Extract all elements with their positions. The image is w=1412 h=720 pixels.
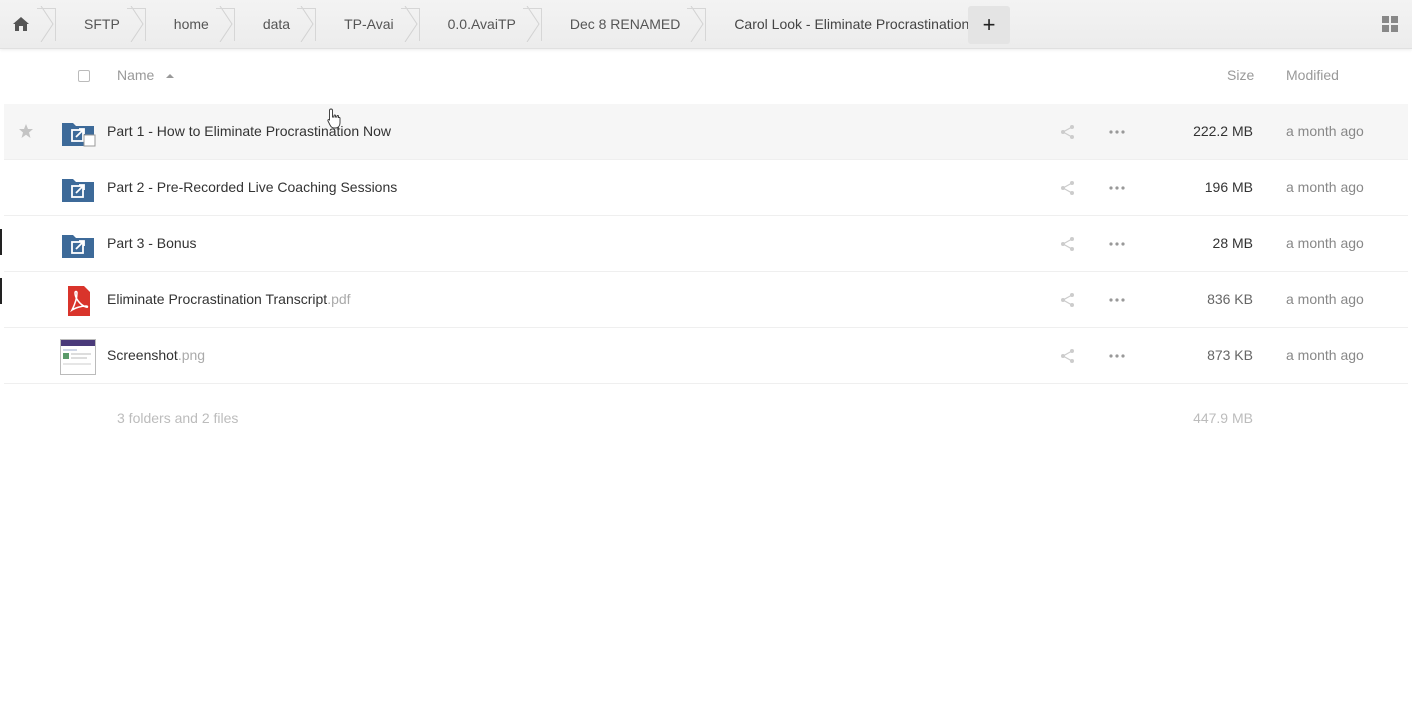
file-modified: a month ago	[1286, 235, 1364, 251]
shared-folder-icon	[62, 235, 94, 258]
edge-marker	[0, 229, 2, 255]
file-extension: .png	[177, 347, 206, 363]
file-size: 873 KB	[1207, 347, 1253, 363]
select-all-checkbox[interactable]	[78, 70, 90, 82]
file-name[interactable]: Part 3 - Bonus	[107, 235, 197, 251]
share-icon[interactable]	[1060, 236, 1076, 252]
share-icon[interactable]	[1060, 348, 1076, 364]
file-row[interactable]: Part 2 - Pre-Recorded Live Coaching Sess…	[4, 160, 1408, 216]
share-icon[interactable]	[1060, 292, 1076, 308]
share-icon[interactable]	[1060, 180, 1076, 196]
edge-marker	[0, 278, 2, 304]
more-options-icon[interactable]	[1108, 348, 1126, 364]
breadcrumb-bar: SFTP home data TP-Avai 0.0.AvaiTP Dec 8 …	[0, 0, 1412, 49]
file-modified: a month ago	[1286, 123, 1364, 139]
more-options-icon[interactable]	[1108, 292, 1126, 308]
file-name[interactable]: Part 2 - Pre-Recorded Live Coaching Sess…	[107, 179, 397, 195]
file-name-label: Part 3 - Bonus	[107, 235, 197, 251]
file-size: 196 MB	[1204, 179, 1253, 195]
more-options-icon[interactable]	[1108, 124, 1126, 140]
hand-cursor-icon	[327, 108, 341, 129]
breadcrumb-label: Carol Look - Eliminate Procrastination	[734, 16, 970, 32]
file-name[interactable]: Part 1 - How to Eliminate Procrastinatio…	[107, 123, 391, 139]
file-name[interactable]: Eliminate Procrastination Transcript.pdf	[107, 291, 351, 307]
breadcrumb-item-home[interactable]: home	[146, 0, 235, 48]
share-icon[interactable]	[1060, 124, 1076, 140]
more-options-icon[interactable]	[1108, 180, 1126, 196]
file-name-label: Part 1 - How to Eliminate Procrastinatio…	[107, 123, 391, 139]
image-thumbnail-icon	[60, 339, 96, 375]
sort-ascending-icon	[166, 74, 174, 78]
star-icon[interactable]	[18, 123, 34, 139]
breadcrumb-item-current[interactable]: Carol Look - Eliminate Procrastination	[706, 0, 995, 48]
summary-count: 3 folders and 2 files	[117, 410, 239, 426]
plus-icon: +	[982, 12, 996, 37]
summary-total-size: 447.9 MB	[1193, 410, 1253, 426]
file-row[interactable]: Part 3 - Bonus 28 MB a month ago	[4, 216, 1408, 272]
breadcrumb-item-dec8[interactable]: Dec 8 RENAMED	[542, 0, 706, 48]
breadcrumb-label: SFTP	[84, 16, 120, 32]
breadcrumb-item-sftp[interactable]: SFTP	[56, 0, 146, 48]
file-modified: a month ago	[1286, 291, 1364, 307]
breadcrumb: SFTP home data TP-Avai 0.0.AvaiTP Dec 8 …	[0, 0, 995, 48]
shared-folder-icon	[62, 123, 96, 147]
file-name-label: Part 2 - Pre-Recorded Live Coaching Sess…	[107, 179, 398, 195]
file-row[interactable]: Part 1 - How to Eliminate Procrastinatio…	[4, 104, 1408, 160]
column-header-modified[interactable]: Modified	[1286, 67, 1339, 83]
file-row[interactable]: Eliminate Procrastination Transcript.pdf…	[4, 272, 1408, 328]
file-row[interactable]: Screenshot.png 873 KB a month ago	[4, 328, 1408, 384]
breadcrumb-label: home	[173, 16, 209, 32]
breadcrumb-item-avaitp[interactable]: 0.0.AvaiTP	[420, 0, 542, 48]
breadcrumb-label: TP-Avai	[344, 16, 394, 32]
file-size: 222.2 MB	[1193, 123, 1253, 139]
file-size: 28 MB	[1212, 235, 1253, 251]
new-item-button[interactable]: +	[968, 6, 1010, 44]
breadcrumb-home[interactable]	[0, 0, 56, 48]
pdf-file-icon	[68, 286, 90, 316]
breadcrumb-label: Dec 8 RENAMED	[569, 16, 681, 32]
file-size: 836 KB	[1207, 291, 1253, 307]
breadcrumb-item-tp-avai[interactable]: TP-Avai	[316, 0, 420, 48]
file-modified: a month ago	[1286, 179, 1364, 195]
breadcrumb-label: 0.0.AvaiTP	[447, 16, 516, 32]
file-name-label: Screenshot	[107, 347, 178, 363]
column-header-name[interactable]: Name	[117, 67, 154, 83]
breadcrumb-label: data	[262, 16, 291, 32]
more-options-icon[interactable]	[1108, 236, 1126, 252]
column-header-size[interactable]: Size	[1227, 67, 1254, 83]
home-icon	[13, 17, 29, 31]
file-modified: a month ago	[1286, 347, 1364, 363]
file-name-label: Eliminate Procrastination Transcript	[107, 291, 328, 307]
file-name[interactable]: Screenshot.png	[107, 347, 205, 363]
grid-view-icon[interactable]	[1382, 16, 1398, 32]
file-extension: .pdf	[327, 291, 351, 307]
breadcrumb-item-data[interactable]: data	[235, 0, 316, 48]
shared-folder-icon	[62, 179, 94, 202]
